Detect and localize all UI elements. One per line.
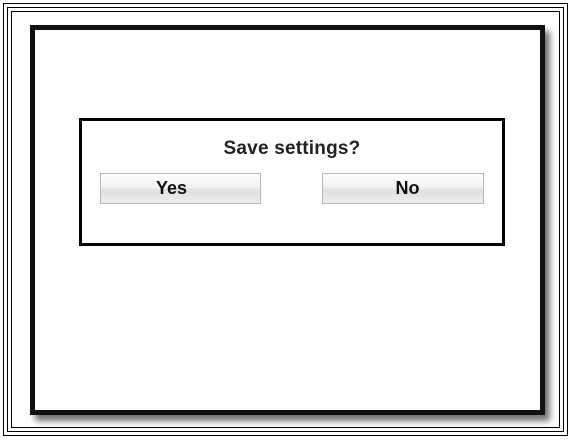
no-button[interactable]: No — [322, 173, 484, 204]
dialog-title: Save settings? — [223, 138, 361, 159]
page: Save settings? Yes No — [0, 0, 573, 441]
save-settings-dialog: Save settings? Yes No — [79, 118, 505, 246]
screen-panel: Save settings? Yes No — [30, 25, 545, 415]
yes-button[interactable]: Yes — [100, 173, 261, 204]
